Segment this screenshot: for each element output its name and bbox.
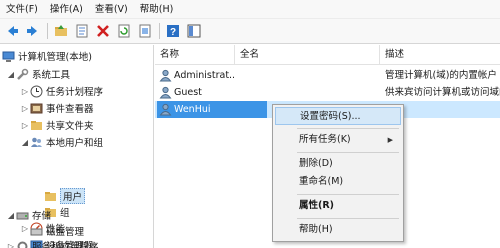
refresh-icon: [118, 24, 130, 38]
menu-item-properties[interactable]: 属性(R): [275, 197, 401, 215]
folder-icon: [44, 190, 57, 203]
help-icon: ?: [167, 25, 179, 38]
context-menu: 设置密码(S)... 所有任务(K) ▶ 删除(D) 重命名(M) 属性(R) …: [272, 104, 404, 242]
back-button[interactable]: [3, 22, 21, 40]
tree-item-disk-management[interactable]: 磁盘管理: [30, 223, 84, 239]
tree-label: 用户: [60, 188, 86, 204]
menu-item-all-tasks[interactable]: 所有任务(K) ▶: [275, 131, 401, 149]
tree-item-users[interactable]: 用户: [44, 188, 86, 204]
tree-label: 计算机管理(本地): [18, 52, 92, 63]
table-row[interactable]: Administrat... 管理计算机(域)的内置帐户: [155, 67, 500, 84]
delete-icon: [97, 25, 109, 37]
collapse-arrow-icon[interactable]: ◢: [6, 66, 16, 82]
menu-file[interactable]: 文件(F): [0, 0, 44, 19]
toolbar: ?: [0, 19, 500, 44]
delete-button[interactable]: [94, 22, 112, 40]
properties-icon: [76, 24, 88, 38]
menu-separator: [297, 128, 399, 129]
shared-folder-icon: [30, 119, 43, 132]
expand-arrow-icon[interactable]: ▷: [20, 117, 30, 133]
forward-icon: [27, 26, 37, 36]
cell-name: Administrat...: [174, 70, 236, 81]
show-panel-button[interactable]: [185, 22, 203, 40]
panel-icon: [187, 24, 201, 38]
menu-item-label: 所有任务(K): [299, 134, 351, 145]
tree-label: 本地用户和组: [46, 138, 104, 149]
column-header-name[interactable]: 名称: [155, 45, 235, 65]
expand-arrow-icon[interactable]: ▷: [20, 83, 30, 99]
menu-item-delete[interactable]: 删除(D): [275, 155, 401, 173]
tree-label: 磁盘管理: [46, 227, 85, 238]
folder-icon: [55, 25, 67, 36]
tree-label: 系统工具: [32, 70, 71, 81]
column-header-fullname[interactable]: 全名: [235, 45, 380, 65]
cell-description: 管理计算机(域)的内置帐户: [385, 70, 497, 81]
user-icon: [159, 69, 172, 82]
cell-name: Guest: [174, 87, 202, 98]
menu-bar: 文件(F) 操作(A) 查看(V) 帮助(H): [0, 0, 500, 19]
help-button[interactable]: ?: [164, 22, 182, 40]
menu-item-set-password[interactable]: 设置密码(S)...: [275, 107, 401, 125]
event-viewer-icon: [30, 102, 43, 115]
menu-item-rename[interactable]: 重命名(M): [275, 173, 401, 191]
up-folder-button[interactable]: [52, 22, 70, 40]
back-icon: [8, 26, 18, 36]
services-icon: [16, 240, 29, 248]
tools-icon: [16, 68, 29, 81]
export-icon: [139, 24, 151, 38]
tree-item-system-tools[interactable]: ◢ 系统工具: [6, 66, 70, 82]
submenu-arrow-icon: ▶: [387, 136, 393, 144]
cell-description: 供来宾访问计算机或访问域的...: [385, 87, 500, 98]
menu-separator: [297, 218, 399, 219]
users-icon: [30, 136, 43, 149]
menu-item-help[interactable]: 帮助(H): [275, 221, 401, 239]
menu-help[interactable]: 帮助(H): [134, 0, 180, 19]
tree-item-event-viewer[interactable]: ▷ 事件查看器: [20, 100, 94, 116]
svg-text:?: ?: [170, 27, 176, 38]
collapse-arrow-icon[interactable]: ◢: [20, 134, 30, 150]
refresh-button[interactable]: [115, 22, 133, 40]
tree-item-task-scheduler[interactable]: ▷ 任务计划程序: [20, 83, 103, 99]
export-button[interactable]: [136, 22, 154, 40]
table-row[interactable]: Guest 供来宾访问计算机或访问域的...: [155, 84, 500, 101]
expand-arrow-icon[interactable]: ▷: [20, 100, 30, 116]
user-icon: [159, 103, 172, 116]
column-header-bar: 名称 全名 描述: [155, 45, 500, 65]
tree-label: 服务和应用程序: [32, 242, 99, 248]
expand-arrow-icon[interactable]: ▷: [6, 238, 16, 248]
tree-item-computer-management[interactable]: 计算机管理(本地): [2, 48, 92, 64]
column-header-description[interactable]: 描述: [380, 45, 500, 65]
tree-item-services-apps[interactable]: ▷ 服务和应用程序: [6, 238, 99, 248]
tree-label: 事件查看器: [46, 104, 94, 115]
tree-item-shared-folders[interactable]: ▷ 共享文件夹: [20, 117, 94, 133]
storage-icon: [16, 209, 29, 222]
tree-item-storage[interactable]: ◢ 存储: [6, 207, 51, 223]
cell-fullname: [235, 84, 375, 101]
cell-fullname: [235, 67, 375, 84]
menu-view[interactable]: 查看(V): [89, 0, 134, 19]
computer-management-icon: [2, 50, 15, 63]
properties-button[interactable]: [73, 22, 91, 40]
tree-label: 组: [60, 208, 70, 219]
collapse-arrow-icon[interactable]: ◢: [6, 207, 16, 223]
forward-button[interactable]: [24, 22, 42, 40]
tree-item-local-users-groups[interactable]: ◢ 本地用户和组: [20, 134, 103, 150]
menu-separator: [297, 152, 399, 153]
tree-label: 任务计划程序: [46, 87, 104, 98]
menu-separator: [297, 194, 399, 195]
tree-label: 共享文件夹: [46, 121, 94, 132]
clock-icon: [30, 85, 43, 98]
menu-action[interactable]: 操作(A): [44, 0, 89, 19]
toolbar-separator: [159, 23, 160, 39]
user-icon: [159, 86, 172, 99]
disk-icon: [30, 225, 43, 238]
tree-label: 存储: [32, 211, 52, 222]
toolbar-separator: [47, 23, 48, 39]
